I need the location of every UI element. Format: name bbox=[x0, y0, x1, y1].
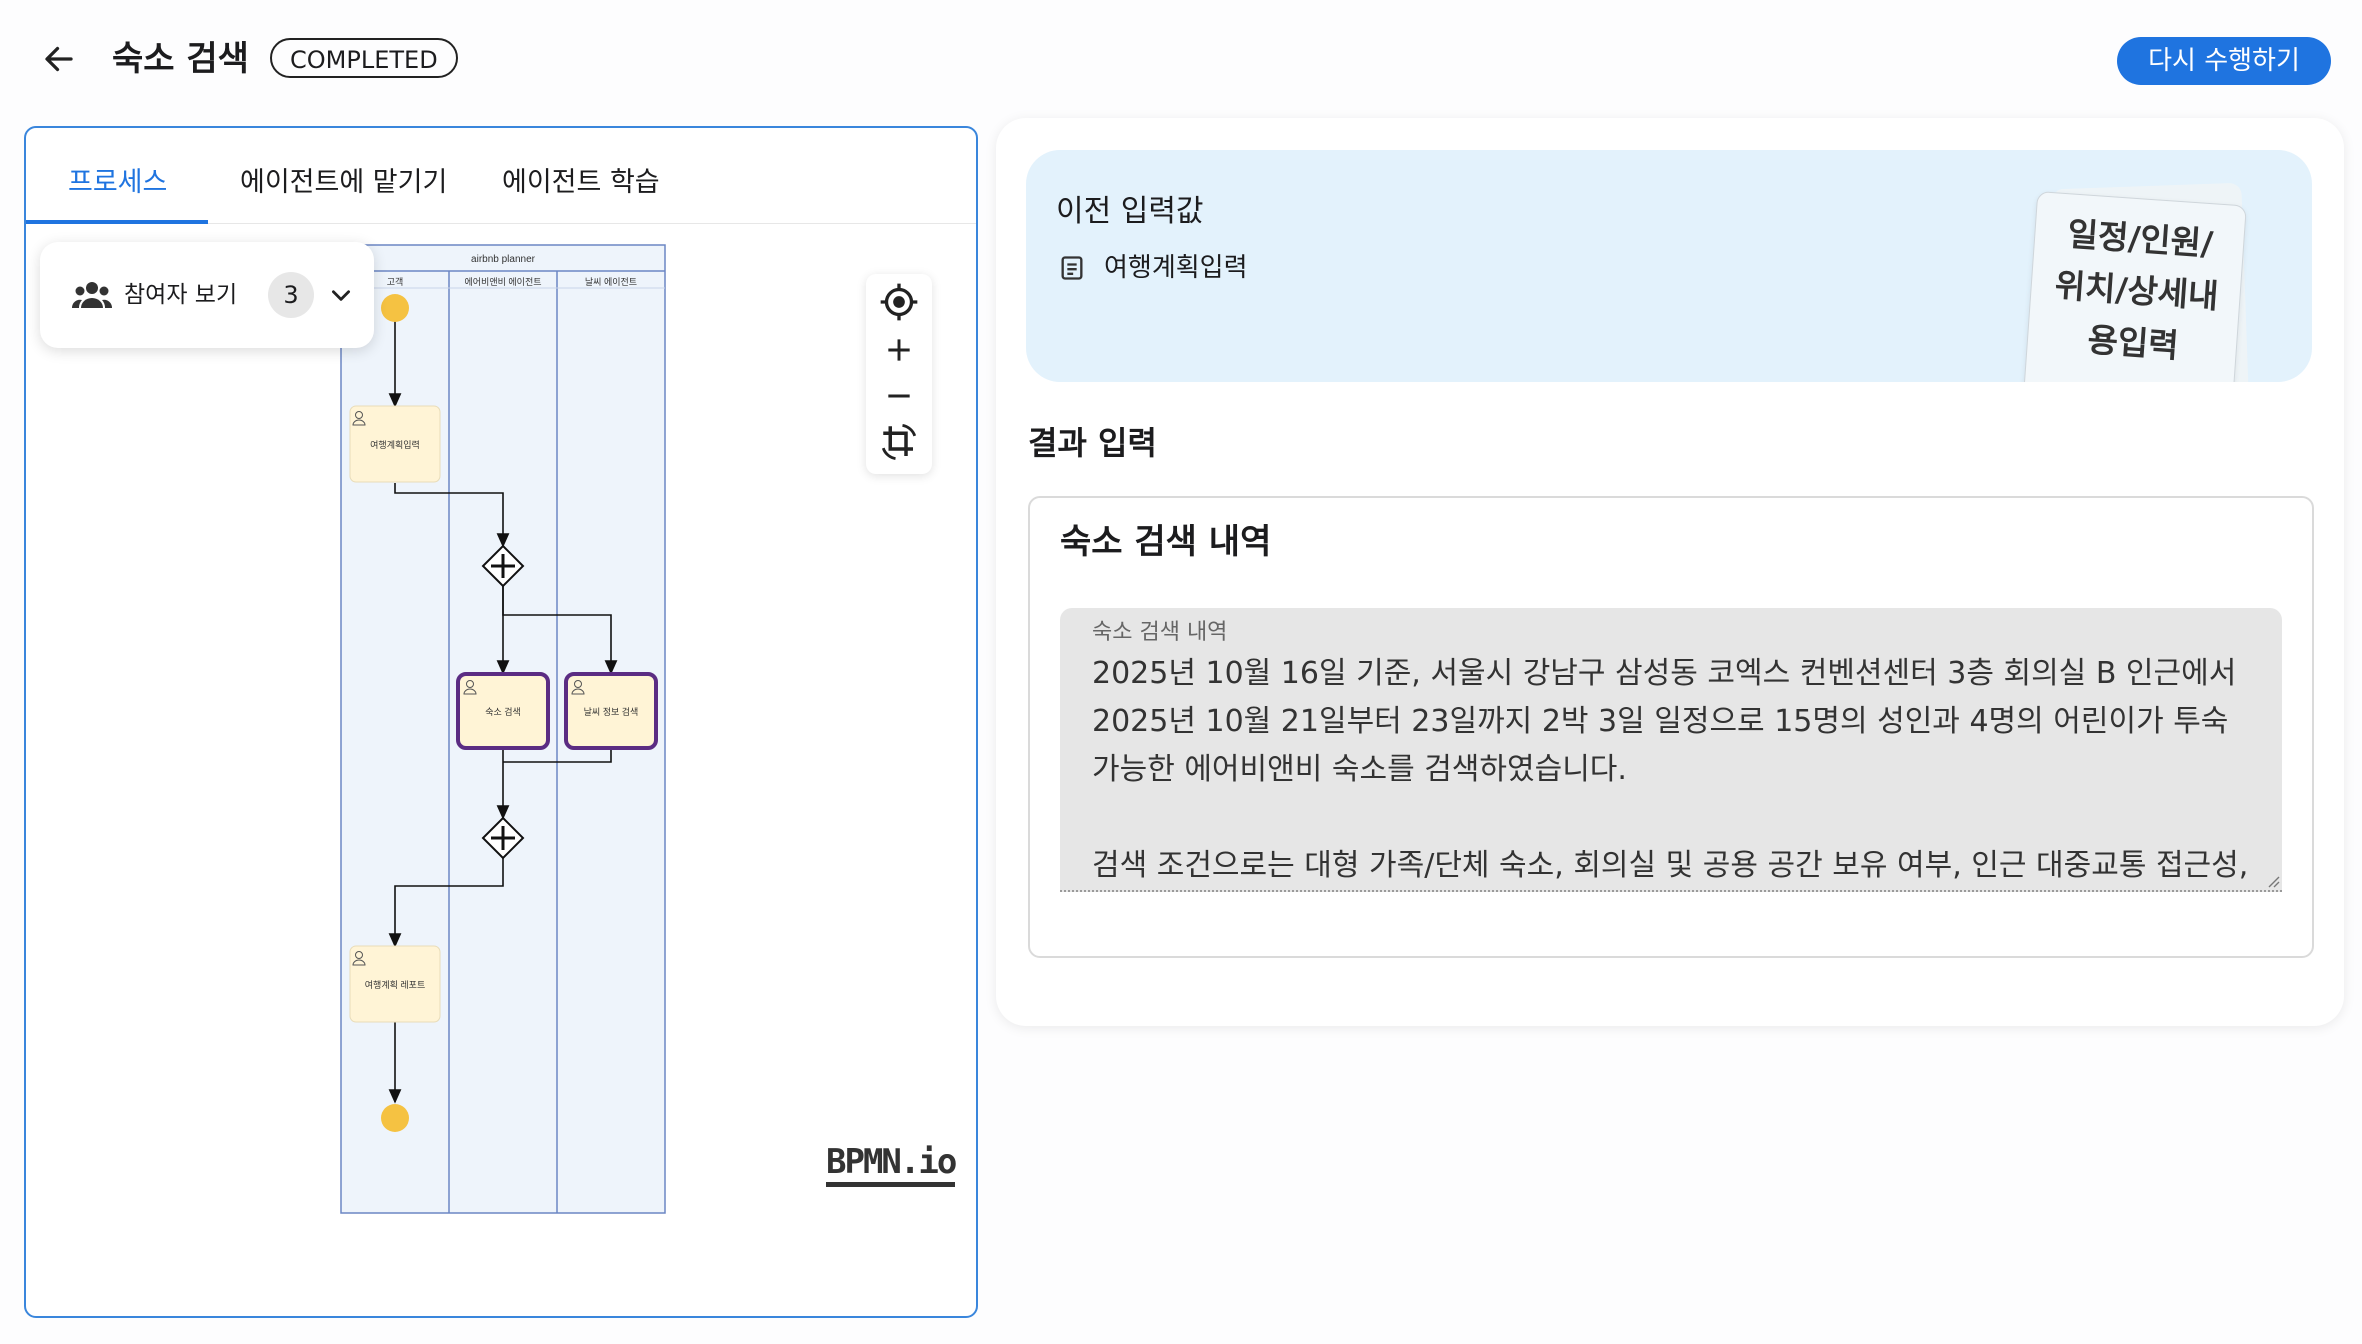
detail-panel: 이전 입력값 여행계획입력 일정/인원/위치/상세내용입력 결과 입력 숙소 검… bbox=[996, 118, 2344, 1026]
lane-weather-agent: 날씨 에이전트 bbox=[585, 277, 637, 287]
previous-input-item-label: 여행계획입력 bbox=[1104, 253, 1248, 283]
participants-dropdown[interactable]: 참여자 보기 3 bbox=[40, 242, 374, 348]
pool-title: airbnb planner bbox=[471, 254, 536, 265]
resize-handle-icon[interactable] bbox=[2264, 872, 2280, 888]
chevron-down-icon bbox=[332, 290, 350, 301]
task-trip-report[interactable]: 여행계획 레포트 bbox=[349, 945, 441, 1023]
task-accommodation-search[interactable]: 숙소 검색 bbox=[456, 672, 550, 750]
textarea-label: 숙소 검색 내역 bbox=[1092, 620, 1228, 645]
field-title: 숙소 검색 내역 bbox=[1060, 522, 1272, 562]
result-form: 숙소 검색 내역 숙소 검색 내역 2025년 10월 16일 기준, 서울시 … bbox=[1028, 496, 2314, 958]
zoom-in-button[interactable] bbox=[875, 328, 923, 372]
lane-customer: 고객 bbox=[387, 277, 404, 287]
crop-rotate-icon bbox=[881, 423, 917, 461]
accommodation-search-textarea[interactable]: 숙소 검색 내역 2025년 10월 16일 기준, 서울시 강남구 삼성동 코… bbox=[1060, 608, 2282, 892]
bpmn-io-logo[interactable]: BPMN.io bbox=[826, 1142, 957, 1187]
task-trip-plan-input[interactable]: 여행계획입력 bbox=[349, 405, 441, 483]
task-weather-search[interactable]: 날씨 정보 검색 bbox=[564, 672, 658, 750]
previous-input-item[interactable]: 여행계획입력 bbox=[1058, 248, 1248, 288]
group-icon bbox=[72, 282, 112, 308]
focus-button[interactable] bbox=[875, 280, 923, 324]
textarea-value: 2025년 10월 16일 기준, 서울시 강남구 삼성동 코엑스 컨벤션센터 … bbox=[1092, 656, 2249, 883]
svg-text:여행계획입력: 여행계획입력 bbox=[370, 439, 420, 450]
svg-text:여행계획 레포트: 여행계획 레포트 bbox=[365, 979, 425, 990]
plus-icon bbox=[888, 339, 910, 361]
end-event[interactable] bbox=[381, 1104, 409, 1132]
zoom-controls bbox=[866, 274, 932, 474]
svg-text:숙소 검색: 숙소 검색 bbox=[485, 706, 521, 717]
arrow-left-icon bbox=[45, 46, 73, 72]
start-event[interactable] bbox=[381, 294, 409, 322]
svg-text:날씨 정보 검색: 날씨 정보 검색 bbox=[584, 706, 639, 717]
back-button[interactable] bbox=[34, 34, 84, 84]
participants-count: 3 bbox=[268, 272, 314, 318]
process-panel: 프로세스 에이전트에 맡기기 에이전트 학습 airbnb planner 고객… bbox=[24, 126, 978, 1318]
status-badge: COMPLETED bbox=[270, 38, 458, 78]
minus-icon bbox=[888, 394, 910, 398]
zoom-out-button[interactable] bbox=[875, 374, 923, 418]
previous-input-title: 이전 입력값 bbox=[1056, 194, 1204, 229]
page-title: 숙소 검색 bbox=[112, 39, 249, 79]
participants-label: 참여자 보기 bbox=[124, 282, 238, 308]
sticky-note-card[interactable]: 일정/인원/위치/상세내용입력 bbox=[2019, 190, 2247, 382]
document-icon bbox=[1061, 256, 1083, 280]
lane-airbnb-agent: 에어비앤비 에이전트 bbox=[464, 277, 541, 287]
sticky-note-text: 일정/인원/위치/상세내용입력 bbox=[2053, 214, 2220, 366]
previous-input-panel: 이전 입력값 여행계획입력 일정/인원/위치/상세내용입력 bbox=[1026, 150, 2312, 382]
result-input-title: 결과 입력 bbox=[1028, 424, 1157, 462]
redo-button[interactable]: 다시 수행하기 bbox=[2117, 37, 2331, 85]
crosshair-icon bbox=[880, 283, 918, 321]
fit-view-button[interactable] bbox=[875, 420, 923, 464]
